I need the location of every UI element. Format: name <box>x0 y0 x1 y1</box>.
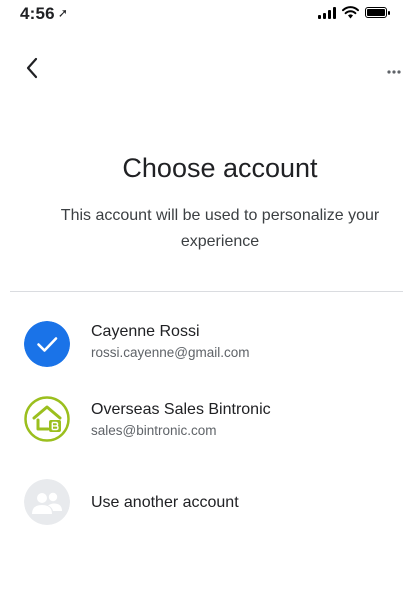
account-text: Use another account <box>91 494 239 512</box>
account-text: Overseas Sales Bintronic sales@bintronic… <box>91 401 271 438</box>
account-text: Cayenne Rossi rossi.cayenne@gmail.com <box>91 323 250 360</box>
wifi-icon <box>342 6 359 19</box>
bintronic-logo <box>24 396 70 442</box>
status-time-text: 4:56 <box>20 4 55 23</box>
use-another-account-label: Use another account <box>91 494 239 511</box>
chevron-left-icon <box>26 57 38 79</box>
account-name: Cayenne Rossi <box>91 323 200 340</box>
divider <box>10 291 403 292</box>
page-title: Choose account <box>122 153 318 183</box>
back-button[interactable] <box>20 54 50 84</box>
use-another-account-row[interactable]: Use another account <box>0 474 403 534</box>
person-add-icon <box>24 479 70 525</box>
battery-icon <box>365 7 390 18</box>
status-time: 4:56 ➚ <box>20 4 68 24</box>
checkmark-icon <box>24 321 70 367</box>
account-name: Overseas Sales Bintronic <box>91 401 271 418</box>
account-email: sales@bintronic.com <box>91 423 217 438</box>
signal-icon <box>318 6 336 19</box>
bintronic-logo-icon <box>24 396 70 442</box>
location-arrow-icon: ➚ <box>57 6 69 20</box>
more-options-button[interactable] <box>386 62 403 82</box>
status-bar: 4:56 ➚ <box>0 0 403 34</box>
account-row-bintronic[interactable]: Overseas Sales Bintronic sales@bintronic… <box>0 392 403 452</box>
person-add-avatar <box>24 479 70 525</box>
status-icons <box>318 6 390 19</box>
account-row-cayenne-rossi[interactable]: Cayenne Rossi rossi.cayenne@gmail.com <box>0 314 403 374</box>
more-horizontal-icon <box>387 70 401 74</box>
checkmark-avatar <box>24 321 70 367</box>
page-subtitle: This account will be used to personalize… <box>60 207 380 250</box>
account-email: rossi.cayenne@gmail.com <box>91 345 250 360</box>
